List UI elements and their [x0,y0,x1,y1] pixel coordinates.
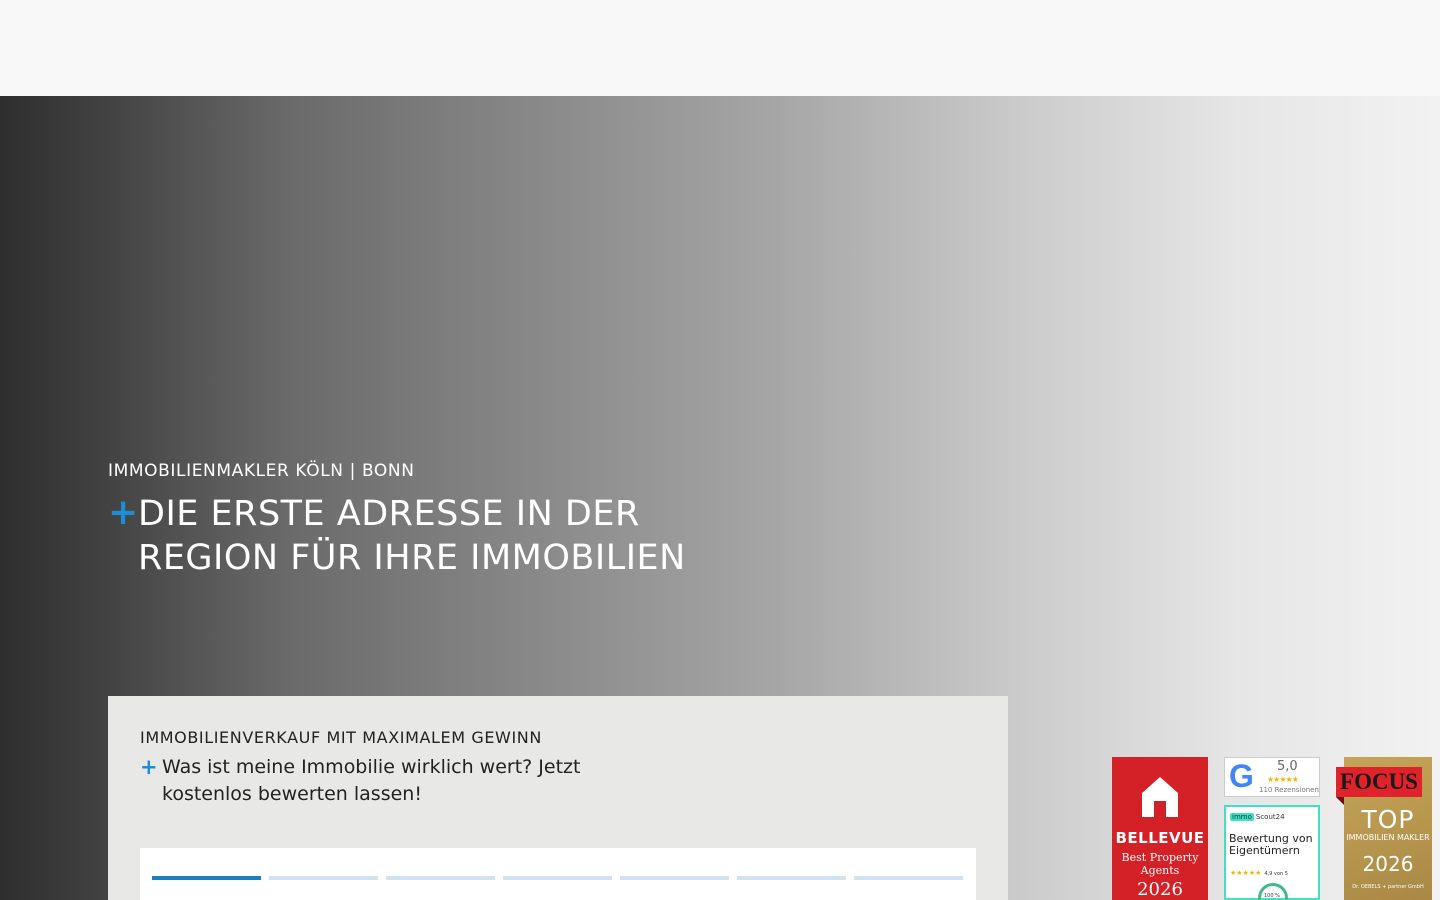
valuation-card: IMMOBILIENVERKAUF MIT MAXIMALEM GEWINN +… [108,696,1008,900]
google-review-count: 110 Rezensionen [1259,786,1319,794]
hero-title-line-1: DIE ERSTE ADRESSE IN DER [138,494,640,534]
bellevue-year: 2026 [1137,879,1183,900]
card-eyebrow: IMMOBILIENVERKAUF MIT MAXIMALEM GEWINN [140,728,542,747]
google-score: 5,0 [1277,759,1298,774]
focus-year: 2026 [1362,852,1414,876]
step-indicator-3 [386,876,495,880]
google-icon: G [1229,758,1254,794]
card-lead: + Was ist meine Immobilie wirklich wert?… [140,754,632,808]
immoscout-percent: 100 % [1264,893,1280,899]
step-indicator-2 [269,876,378,880]
step-indicator-7 [854,876,963,880]
house-icon [1142,777,1178,817]
step-indicator-1 [152,876,261,880]
focus-subtitle: IMMOBILIEN MAKLER [1346,833,1430,842]
card-lead-text: Was ist meine Immobilie wirklich wert? J… [162,756,581,805]
step-indicator-4 [503,876,612,880]
step-indicator-6 [737,876,846,880]
ribbon-fold [1336,797,1344,805]
bellevue-badge[interactable]: BELLEVUE Best Property Agents 2026 [1112,757,1208,900]
bellevue-name: BELLEVUE [1115,829,1205,847]
valuation-form[interactable] [140,848,976,900]
focus-top: TOP [1361,805,1415,834]
site-header [0,0,1440,96]
plus-icon: + [140,755,158,779]
focus-logo: FOCUS [1336,767,1422,797]
immoscout-text: Bewertung von Eigentümern [1229,832,1313,857]
immoscout-badge[interactable]: immo Scout24 Bewertung von Eigentümern ★★… [1224,805,1320,900]
immoscout-logo: immo Scout24 [1230,813,1285,821]
hero-eyebrow: IMMOBILIENMAKLER KÖLN | BONN [108,461,415,481]
focus-top-badge[interactable]: FOCUS TOP IMMOBILIEN MAKLER 2026 Dr. OEB… [1336,757,1432,900]
hero-title-line-2: REGION FÜR IHRE IMMOBILIEN [138,538,686,578]
step-progress [152,876,963,880]
focus-company: Dr. OEBELS + partner GmbH [1352,884,1424,890]
immoscout-rating: ★★★★★ 4,9 von 5 [1230,869,1288,877]
google-stars: ★★★★★ [1267,775,1299,784]
bellevue-subtitle: Best Property Agents [1121,851,1199,877]
plus-icon: + [108,492,139,533]
hero-title: + DIE ERSTE ADRESSE IN DER REGION FÜR IH… [108,492,686,580]
award-badges: BELLEVUE Best Property Agents 2026 G 5,0… [1112,757,1440,900]
step-indicator-5 [620,876,729,880]
google-reviews-badge[interactable]: G 5,0 ★★★★★ 110 Rezensionen [1224,757,1320,797]
